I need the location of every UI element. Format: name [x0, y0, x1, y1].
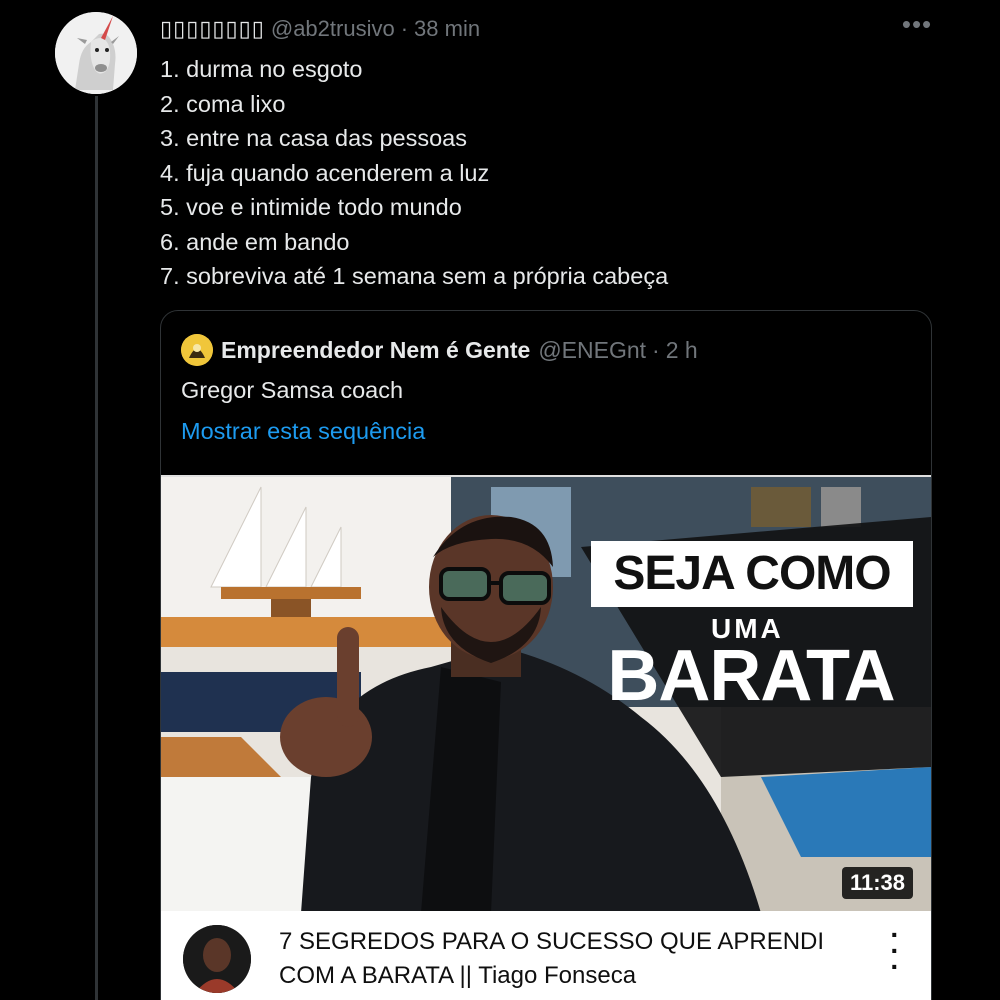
video-title-line-1: 7 SEGREDOS PARA O SUCESSO QUE APRENDI	[279, 928, 825, 955]
more-vertical-icon: · · ·	[890, 919, 900, 982]
thread-line	[95, 96, 98, 1000]
tweet-line: 4. fuja quando acenderem a luz	[160, 159, 490, 186]
quote-handle[interactable]: @ENEGnt	[538, 337, 646, 364]
timestamp[interactable]: 38 min	[414, 16, 480, 42]
tweet-line: 7. sobreviva até 1 semana sem a própria …	[160, 263, 669, 289]
tweet-line: 5. voe e intimide todo mundo	[160, 194, 462, 220]
video-more-button[interactable]: · · ·	[883, 921, 907, 981]
avatar[interactable]	[55, 12, 137, 94]
tweet[interactable]: ▯▯▯▯▯▯▯▯ @ab2trusivo · 38 min ••• 1. dur…	[0, 0, 1000, 1000]
overlay-line-3: BARATA	[607, 636, 895, 716]
channel-avatar[interactable]	[183, 925, 251, 993]
tweet-text: 1. durma no esgoto 2. coma lixo 3. entre…	[160, 52, 920, 294]
thumbnail-overlay-title: SEJA COMO UMA BARATA	[581, 527, 931, 827]
quoted-tweet[interactable]: Empreendedor Nem é Gente @ENEGnt · 2 h G…	[160, 310, 932, 1000]
quote-display-name[interactable]: Empreendedor Nem é Gente	[221, 337, 530, 364]
video-info-bar[interactable]: 7 SEGREDOS PARA O SUCESSO QUE APRENDI CO…	[161, 911, 931, 1000]
more-horizontal-icon: •••	[901, 9, 933, 39]
quote-avatar[interactable]	[181, 334, 213, 366]
channel-avatar-icon	[183, 925, 251, 993]
tweet-line: 1. durma no esgoto	[160, 56, 363, 82]
separator: ·	[400, 16, 409, 41]
handle[interactable]: @ab2trusivo	[271, 16, 395, 42]
unicorn-avatar-icon	[55, 12, 137, 94]
quote-timestamp[interactable]: 2 h	[666, 337, 698, 364]
quote-text: Gregor Samsa coach	[181, 377, 404, 403]
display-name[interactable]: ▯▯▯▯▯▯▯▯	[160, 16, 265, 42]
quote-avatar-icon	[181, 334, 213, 366]
tweet-line: 3. entre na casa das pessoas	[160, 125, 468, 151]
video-title-line-2: COM A BARATA || Tiago Fonseca	[279, 962, 637, 989]
tweet-header: ▯▯▯▯▯▯▯▯ @ab2trusivo · 38 min	[160, 14, 480, 44]
overlay-line-1: SEJA COMO	[591, 541, 913, 607]
tweet-line: 6. ande em bando	[160, 228, 350, 255]
video-duration-badge: 11:38	[841, 867, 913, 899]
show-thread-link[interactable]: Mostrar esta sequência	[181, 414, 425, 448]
more-options-button[interactable]: •••	[900, 11, 934, 42]
quote-header: Empreendedor Nem é Gente @ENEGnt · 2 h	[181, 333, 698, 367]
quote-separator: ·	[652, 336, 660, 363]
video-thumbnail[interactable]: SEJA COMO UMA BARATA 11:38	[161, 475, 931, 913]
tweet-line: 2. coma lixo	[160, 90, 286, 117]
video-title[interactable]: 7 SEGREDOS PARA O SUCESSO QUE APRENDI CO…	[279, 925, 869, 993]
